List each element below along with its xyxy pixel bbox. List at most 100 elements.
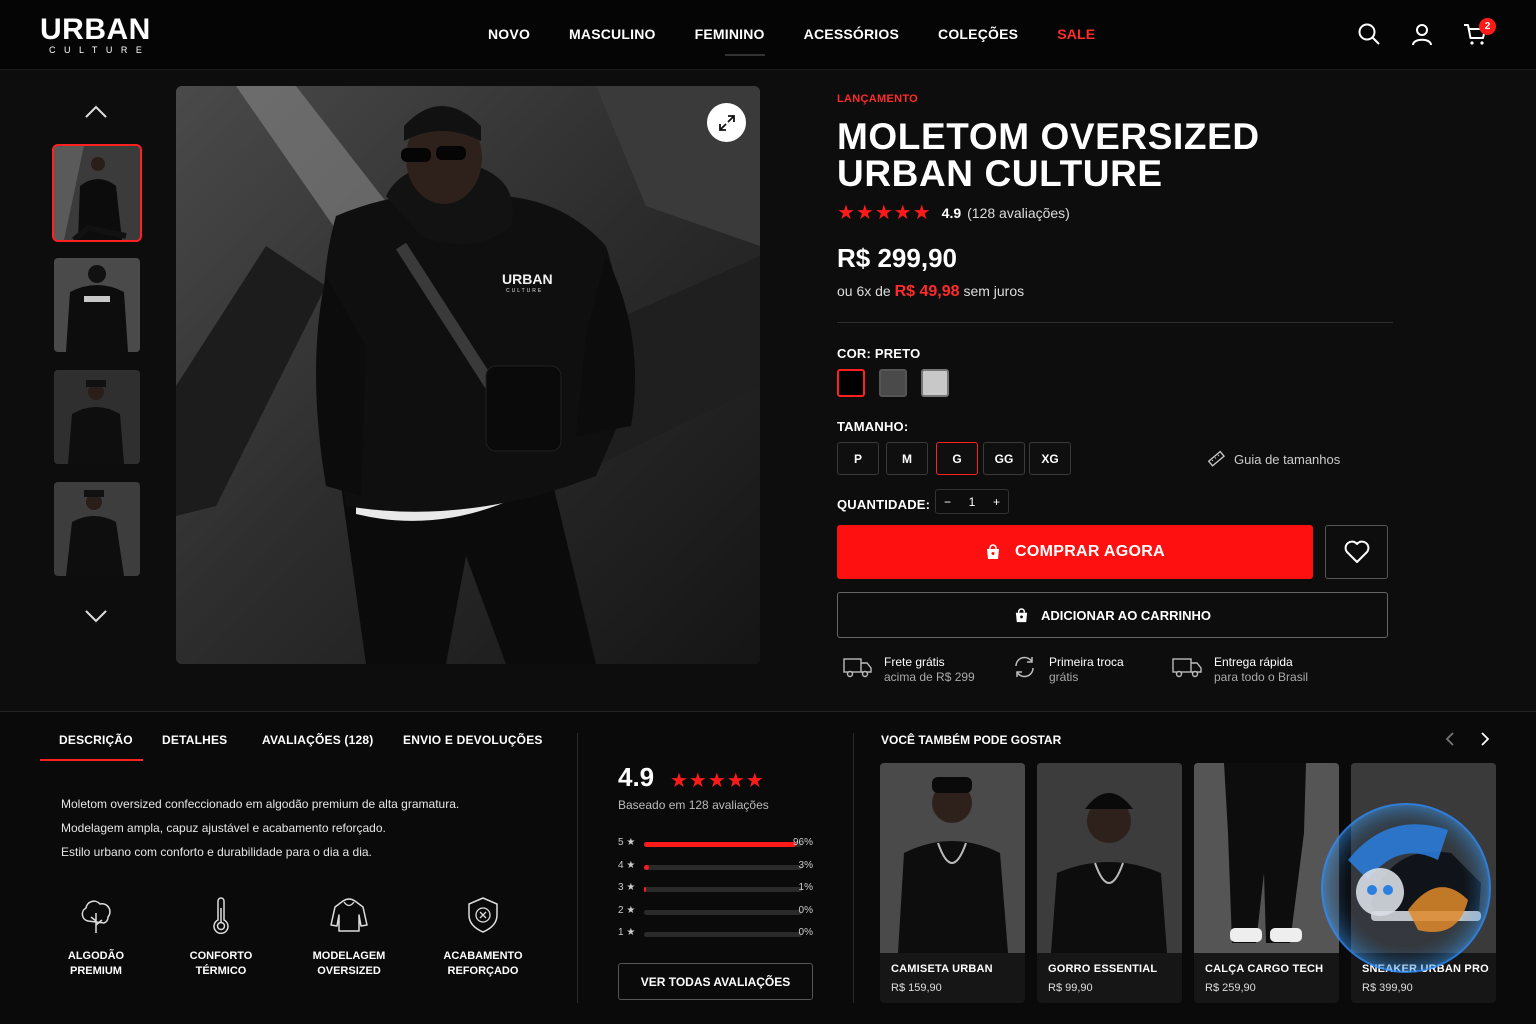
rec-card-1[interactable]: CAMISETA URBAN R$ 159,90 <box>880 763 1025 1003</box>
section-divider <box>853 733 854 1003</box>
ruler-icon <box>1207 450 1225 467</box>
cotton-icon <box>81 900 111 933</box>
product-rating[interactable]: ★★★★★ 4.9 (128 avaliações) <box>837 202 1070 224</box>
nav-item-masculino[interactable]: MASCULINO <box>569 26 656 42</box>
perk-2-title: Primeira troca <box>1049 655 1124 669</box>
nav-item-colecoes[interactable]: COLEÇÕES <box>938 26 1018 42</box>
shopping-bag-icon <box>1015 607 1028 622</box>
buy-now-button[interactable]: COMPRAR AGORA <box>837 525 1313 579</box>
perk-fast-delivery: Entrega rápida para todo o Brasil <box>1172 655 1308 685</box>
rating-bar-fill <box>644 864 649 870</box>
rec-card-1-name: CAMISETA URBAN <box>891 963 993 975</box>
thumbnail-4[interactable] <box>54 482 140 576</box>
color-swatch-black[interactable] <box>837 369 865 397</box>
rec-card-1-image <box>880 763 1025 953</box>
chevron-left-icon[interactable] <box>1443 731 1459 747</box>
wishlist-button[interactable] <box>1325 525 1388 579</box>
qty-decrease-button[interactable]: − <box>944 495 951 509</box>
thumbnail-4-image <box>54 482 140 576</box>
rating-bar-row: 3 ★ 1% <box>618 882 813 896</box>
buy-now-label: COMPRAR AGORA <box>1015 543 1165 560</box>
perk-3-title: Entrega rápida <box>1214 655 1293 669</box>
rating-bar-percent: 0% <box>798 904 813 916</box>
nav-item-feminino[interactable]: FEMININO <box>695 26 765 56</box>
rating-bar-track <box>644 864 802 870</box>
rating-bar-track <box>644 887 802 892</box>
size-guide-link[interactable]: Guia de tamanhos <box>1207 450 1340 468</box>
rating-value: 4.9 <box>941 205 962 221</box>
perk-3-sub: para todo o Brasil <box>1214 670 1309 684</box>
recommendations-title: VOCÊ TAMBÉM PODE GOSTAR <box>881 733 1062 747</box>
perk-1-title: Frete grátis <box>884 655 945 669</box>
perk-first-exchange: Primeira troca grátis <box>1012 655 1124 685</box>
qty-increase-button[interactable]: + <box>993 495 1000 509</box>
rating-bar-track <box>644 932 802 937</box>
rating-stars: ★★★★★ <box>837 202 932 224</box>
brand-logo[interactable]: URBAN CULTURE <box>40 13 160 56</box>
installments-prefix: ou 6x de <box>837 283 891 299</box>
reviews-average: 4.9 <box>618 762 655 792</box>
thumbnail-3[interactable] <box>54 370 140 464</box>
rec-card-2-image <box>1037 763 1182 953</box>
rec-card-1-price: R$ 159,90 <box>891 982 942 994</box>
expand-icon <box>718 114 735 131</box>
thumbnail-2[interactable] <box>54 258 140 352</box>
launch-badge: LANÇAMENTO <box>837 93 919 105</box>
rating-bar-fill <box>644 887 646 892</box>
color-swatch-gray[interactable] <box>879 369 907 397</box>
chevron-right-icon[interactable] <box>1476 731 1492 747</box>
product-title-line-2: URBAN CULTURE <box>837 153 1163 194</box>
reviews-based-on: Baseado em 128 avaliações <box>618 798 769 812</box>
qty-value[interactable]: 1 <box>969 495 976 509</box>
rating-bar-fill <box>644 842 796 847</box>
reviews-stars: ★★★★★ <box>670 770 765 792</box>
rating-bar-label: 1 ★ <box>618 927 636 938</box>
rec-card-4-price: R$ 399,90 <box>1362 982 1413 994</box>
main-product-image[interactable]: URBAN CULTURE <box>176 86 760 664</box>
feature-3-line-2: OVERSIZED <box>317 965 381 977</box>
feature-1-line-1: ALGODÃO <box>67 950 125 962</box>
installments-value: R$ 49,98 <box>894 283 960 300</box>
search-icon[interactable] <box>1357 22 1381 46</box>
see-all-reviews-button[interactable]: VER TODAS AVALIAÇÕES <box>618 963 813 1000</box>
hoodie-icon <box>330 898 368 932</box>
thumbnail-2-image <box>54 258 140 352</box>
assistant-badge-icon[interactable] <box>1318 800 1494 976</box>
perk-2-sub: grátis <box>1049 670 1079 684</box>
exchange-icon <box>1015 656 1034 678</box>
product-title: MOLETOM OVERSIZED URBAN CULTURE <box>837 118 1357 192</box>
size-option-gg[interactable]: GG <box>983 442 1025 475</box>
nav-item-acessorios[interactable]: ACESSÓRIOS <box>804 26 899 42</box>
tab-envio-devolucoes[interactable]: ENVIO E DEVOLUÇÕES <box>403 733 543 747</box>
color-label: COR: PRETO <box>837 346 921 361</box>
thumb-down-arrow-icon[interactable] <box>84 608 108 626</box>
size-option-m[interactable]: M <box>886 442 928 475</box>
delivery-icon <box>1172 658 1202 678</box>
size-option-p[interactable]: P <box>837 442 879 475</box>
size-option-xg[interactable]: XG <box>1029 442 1071 475</box>
tab-descricao[interactable]: DESCRIÇÃO <box>59 733 133 747</box>
logo-main-text: URBAN <box>40 13 151 46</box>
add-to-cart-button[interactable]: ADICIONAR AO CARRINHO <box>837 592 1388 638</box>
thumbnail-1[interactable] <box>52 144 142 242</box>
thumbnail-3-image <box>54 370 140 464</box>
expand-image-button[interactable] <box>707 103 746 142</box>
section-divider <box>577 733 578 1003</box>
tab-detalhes[interactable]: DETALHES <box>162 733 227 747</box>
feature-4-line-2: REFORÇADO <box>447 965 519 977</box>
size-option-g[interactable]: G <box>936 442 978 475</box>
quantity-stepper: − 1 + <box>935 489 1009 514</box>
thumb-up-arrow-icon[interactable] <box>84 102 108 120</box>
user-icon[interactable] <box>1410 22 1434 46</box>
color-swatch-light-gray[interactable] <box>921 369 949 397</box>
rating-bar-row: 5 ★ 96% <box>618 837 813 851</box>
nav-item-novo[interactable]: NOVO <box>488 26 530 42</box>
perk-free-shipping: Frete grátis acima de R$ 299 <box>843 655 975 685</box>
nav-item-sale[interactable]: SALE <box>1057 26 1095 42</box>
rating-bar-label: 5 ★ <box>618 837 636 848</box>
truck-icon <box>843 658 872 678</box>
cart-count-badge: 2 <box>1479 18 1496 35</box>
tab-avaliacoes[interactable]: AVALIAÇÕES (128) <box>262 733 373 747</box>
rec-card-2[interactable]: GORRO ESSENTIAL R$ 99,90 <box>1037 763 1182 1003</box>
shield-icon <box>468 897 498 933</box>
